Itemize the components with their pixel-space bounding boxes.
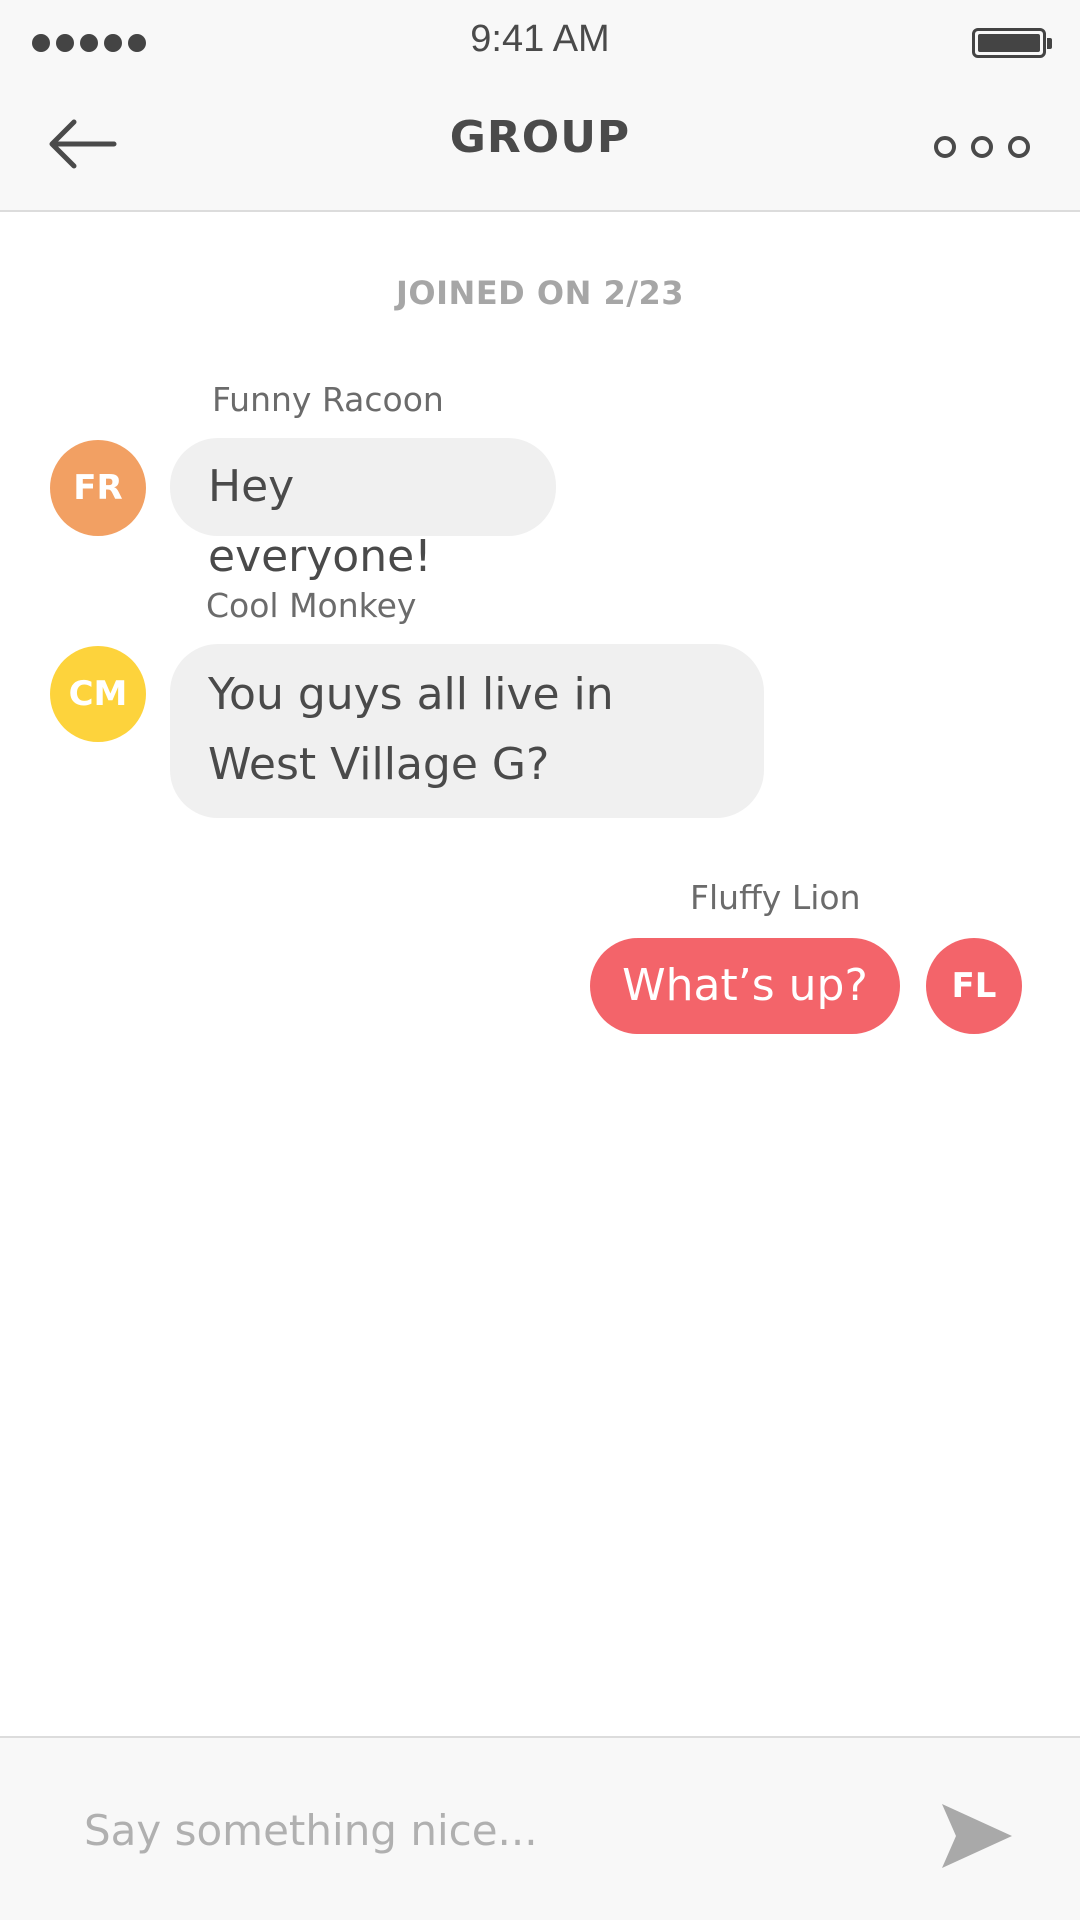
battery-full-icon <box>972 28 1052 58</box>
page-title: GROUP <box>449 112 631 163</box>
status-bar: 9:41 AM <box>0 0 1080 86</box>
more-options-button[interactable] <box>934 124 1030 170</box>
send-icon <box>942 1804 1012 1868</box>
joined-date-label: JOINED ON 2/23 <box>396 274 684 312</box>
more-options-icon <box>934 136 956 158</box>
message-sender-name: Funny Racoon <box>212 380 444 419</box>
message-input[interactable] <box>84 1790 884 1870</box>
send-button[interactable] <box>936 1796 1016 1876</box>
avatar[interactable]: FR <box>50 440 146 536</box>
nav-bar: GROUP <box>0 86 1080 212</box>
status-time: 9:41 AM <box>470 18 610 60</box>
avatar[interactable]: CM <box>50 646 146 742</box>
message-bubble: Hey everyone! <box>170 438 556 582</box>
message-sender-name: Fluffy Lion <box>690 878 861 917</box>
message-sender-name: Cool Monkey <box>206 586 417 625</box>
message-bubble: What’s up? <box>590 938 900 1034</box>
compose-bar <box>0 1736 1080 1920</box>
avatar[interactable]: FL <box>926 938 1022 1034</box>
message-bubble: You guys all live in West Village G? <box>170 644 764 818</box>
